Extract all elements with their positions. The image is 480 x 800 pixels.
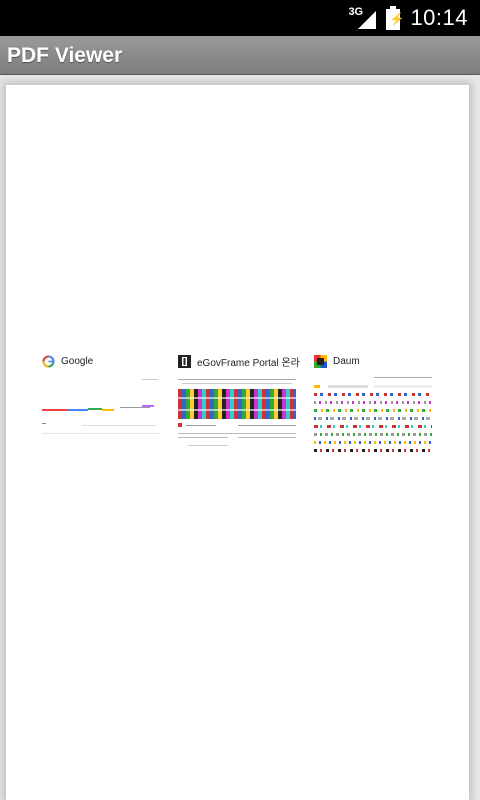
thumbnail-label: eGovFrame Portal 온라 xyxy=(197,357,300,369)
battery-charging-icon: ⚡ xyxy=(386,6,404,30)
thumbnail-image[interactable] xyxy=(178,375,300,455)
status-icons: 3G ⚡ 10:14 xyxy=(348,0,468,36)
thumbnail-egovframe[interactable]: eGovFrame Portal 온라 xyxy=(178,353,302,465)
thumbnail-header: Google xyxy=(42,353,93,369)
document-view[interactable]: Google eGovFrame Portal 온라 Daum xyxy=(0,75,480,800)
daum-icon xyxy=(314,354,327,368)
thumbnail-image[interactable] xyxy=(314,375,436,455)
thumbnail-image[interactable] xyxy=(42,375,164,455)
signal-icon xyxy=(358,11,377,29)
thumbnail-google[interactable]: Google xyxy=(42,353,166,465)
app-title: PDF Viewer xyxy=(7,44,123,67)
thumbnail-header: eGovFrame Portal 온라 xyxy=(178,353,300,369)
thumbnail-header: Daum xyxy=(314,353,360,369)
google-icon xyxy=(42,355,55,367)
clock: 10:14 xyxy=(410,5,468,30)
egov-icon xyxy=(178,354,191,368)
pdf-page[interactable]: Google eGovFrame Portal 온라 Daum xyxy=(6,85,469,800)
thumbnail-label: Daum xyxy=(333,355,360,367)
status-bar: 3G ⚡ 10:14 xyxy=(0,0,480,36)
network-indicator: 3G xyxy=(348,6,377,30)
thumbnail-label: Google xyxy=(61,355,94,367)
app-title-bar: PDF Viewer xyxy=(0,36,480,75)
thumbnail-daum[interactable]: Daum xyxy=(314,353,438,465)
